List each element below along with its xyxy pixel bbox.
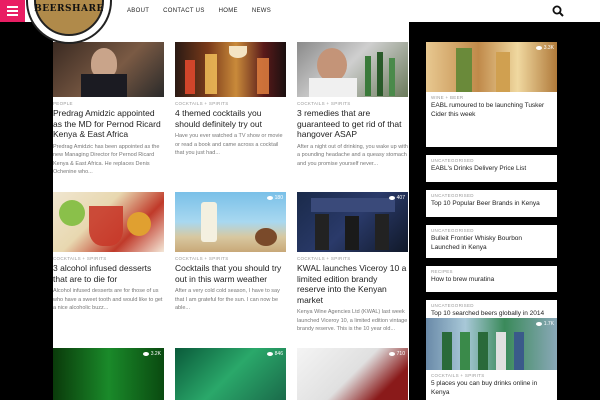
view-count: 846	[266, 351, 283, 357]
article-thumbnail[interactable]: 846	[175, 348, 286, 400]
article-card[interactable]: COCKTAILS + SPIRITS 3 alcohol infused de…	[53, 192, 164, 313]
sidebar-item-category[interactable]: RECIPES	[431, 269, 552, 274]
eye-icon	[266, 196, 273, 200]
article-thumbnail[interactable]	[53, 192, 164, 252]
article-category[interactable]: COCKTAILS + SPIRITS	[175, 256, 286, 261]
nav-contact-us[interactable]: CONTACT US	[163, 8, 204, 14]
eye-icon	[388, 352, 395, 356]
article-card[interactable]: 3.2K	[53, 348, 164, 400]
sidebar-item-category[interactable]: UNCATEGORISED	[431, 158, 552, 163]
article-category[interactable]: COCKTAILS + SPIRITS	[297, 256, 408, 261]
article-title[interactable]: 3 alcohol infused desserts that are to d…	[53, 263, 164, 284]
sidebar-thumbnail[interactable]: 3.3K	[426, 42, 557, 92]
nav-news[interactable]: NEWS	[252, 8, 271, 14]
article-title[interactable]: 4 themed cocktails you should definitely…	[175, 108, 286, 129]
view-count: 1.7K	[535, 321, 554, 327]
article-excerpt: After a very cold cold season, I have to…	[175, 288, 280, 311]
article-card[interactable]: 407 COCKTAILS + SPIRITS KWAL launches Vi…	[297, 192, 408, 334]
article-thumbnail[interactable]	[53, 42, 164, 97]
eye-icon	[535, 322, 542, 326]
article-thumbnail[interactable]	[175, 42, 286, 97]
article-excerpt: Have you ever watched a TV show or movie…	[175, 133, 283, 156]
eye-icon	[388, 196, 395, 200]
view-count: 710	[388, 351, 405, 357]
view-count: 3.3K	[535, 45, 554, 51]
article-card[interactable]: COCKTAILS + SPIRITS 3 remedies that are …	[297, 42, 408, 168]
site-logo[interactable]: BEERSHARE	[26, 0, 112, 44]
article-card[interactable]: COCKTAILS + SPIRITS 4 themed cocktails y…	[175, 42, 286, 158]
article-title[interactable]: KWAL launches Viceroy 10 a limited editi…	[297, 263, 408, 305]
nav-home[interactable]: HOME	[219, 8, 238, 14]
article-title[interactable]: Cocktails that you should try out in thi…	[175, 263, 286, 284]
eye-icon	[266, 352, 273, 356]
article-excerpt: After a night out of drinking, you wake …	[297, 143, 408, 167]
sidebar-item-title[interactable]: EABL's Drinks Delivery Price List	[431, 165, 552, 174]
eye-icon	[535, 46, 542, 50]
sidebar-item-title[interactable]: Top 10 Popular Beer Brands in Kenya	[431, 200, 552, 209]
main-content: PEOPLE Predrag Amidzic appointed as the …	[53, 22, 409, 400]
article-card[interactable]: 846	[175, 348, 286, 400]
sidebar-item-title[interactable]: 5 places you can buy drinks online in Ke…	[431, 380, 552, 397]
logo-text: BEERSHARE	[34, 4, 104, 14]
sidebar-item-title[interactable]: Bulleit Frontier Whisky Bourbon Launched…	[431, 235, 552, 252]
view-count: 407	[388, 195, 405, 201]
article-thumbnail[interactable]: 180	[175, 192, 286, 252]
hamburger-icon[interactable]	[0, 0, 25, 22]
article-excerpt: Predrag Amidzic has been appointed as th…	[53, 143, 160, 176]
sidebar-item-category[interactable]: UNCATEGORISED	[431, 193, 552, 198]
sidebar-item[interactable]: 1.7K COCKTAILS + SPIRITS 5 places you ca…	[426, 318, 557, 400]
article-excerpt: Alcohol infused desserts are for those o…	[53, 288, 163, 311]
sidebar: 3.3K WINE + BEER EABL rumoured to be lau…	[426, 22, 557, 400]
view-count: 180	[266, 195, 283, 201]
sidebar-thumbnail[interactable]: 1.7K	[426, 318, 557, 370]
sidebar-item[interactable]: UNCATEGORISED Bulleit Frontier Whisky Bo…	[426, 225, 557, 258]
sidebar-item-category[interactable]: UNCATEGORISED	[431, 303, 552, 308]
article-thumbnail[interactable]: 710	[297, 348, 408, 400]
article-thumbnail[interactable]: 407	[297, 192, 408, 252]
article-card[interactable]: 180 COCKTAILS + SPIRITS Cocktails that y…	[175, 192, 286, 313]
search-icon[interactable]	[552, 5, 564, 17]
article-thumbnail[interactable]	[297, 42, 408, 97]
article-card[interactable]: PEOPLE Predrag Amidzic appointed as the …	[53, 42, 164, 177]
sidebar-item-title[interactable]: EABL rumoured to be launching Tusker Cid…	[431, 102, 552, 119]
article-category[interactable]: PEOPLE	[53, 101, 164, 106]
sidebar-item-category[interactable]: UNCATEGORISED	[431, 228, 552, 233]
sidebar-item[interactable]: UNCATEGORISED EABL's Drinks Delivery Pri…	[426, 155, 557, 182]
eye-icon	[142, 352, 149, 356]
nav-about[interactable]: ABOUT	[127, 8, 149, 14]
sidebar-item[interactable]: RECIPES How to brew muratina	[426, 266, 557, 292]
article-title[interactable]: Predrag Amidzic appointed as the MD for …	[53, 108, 164, 140]
article-thumbnail[interactable]: 3.2K	[53, 348, 164, 400]
article-category[interactable]: COCKTAILS + SPIRITS	[53, 256, 164, 261]
article-card[interactable]: 710	[297, 348, 408, 400]
main-nav: ABOUT CONTACT US HOME NEWS	[127, 0, 285, 22]
article-title[interactable]: 3 remedies that are guaranteed to get ri…	[297, 108, 408, 140]
view-count: 3.2K	[142, 351, 161, 357]
sidebar-item-category[interactable]: WINE + BEER	[431, 95, 552, 100]
article-category[interactable]: COCKTAILS + SPIRITS	[297, 101, 408, 106]
sidebar-item[interactable]: UNCATEGORISED Top 10 Popular Beer Brands…	[426, 190, 557, 217]
sidebar-item-category[interactable]: COCKTAILS + SPIRITS	[431, 373, 552, 378]
article-excerpt: Kenya Wine Agencies Ltd (KWAL) last week…	[297, 309, 408, 332]
sidebar-item-title[interactable]: How to brew muratina	[431, 276, 552, 285]
article-category[interactable]: COCKTAILS + SPIRITS	[175, 101, 286, 106]
sidebar-item[interactable]: 3.3K WINE + BEER EABL rumoured to be lau…	[426, 42, 557, 147]
